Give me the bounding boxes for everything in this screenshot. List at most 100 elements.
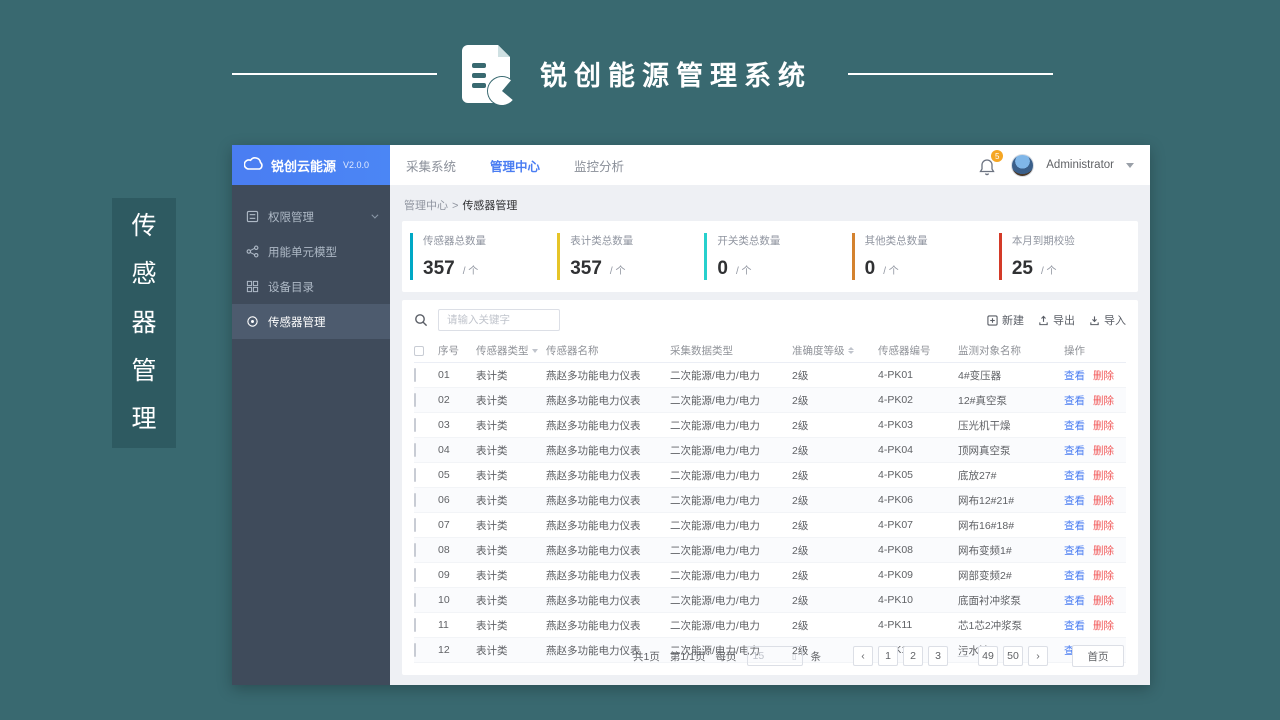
row-checkbox[interactable] [414,493,416,507]
breadcrumb-parent[interactable]: 管理中心 [404,200,448,212]
cell-sensor-name: 燕赵多功能电力仪表 [546,394,641,407]
delete-link[interactable]: 删除 [1093,568,1114,583]
row-checkbox[interactable] [414,368,416,382]
select-all-checkbox[interactable] [414,345,424,356]
row-checkbox[interactable] [414,618,416,632]
table-row[interactable]: 08 表计类 燕赵多功能电力仪表 二次能源/电力/电力 2级 4-PK08 网布… [414,538,1126,563]
cell-data-type: 二次能源/电力/电力 [670,419,760,432]
content-area: 管理中心 > 传感器管理 传感器总数量 357 / 个 表计类总数量 357 / 个 开… [390,185,1150,685]
table-row[interactable]: 01 表计类 燕赵多功能电力仪表 二次能源/电力/电力 2级 4-PK01 4#… [414,363,1126,388]
delete-link[interactable]: 删除 [1093,493,1114,508]
view-link[interactable]: 查看 [1064,418,1085,433]
tab-collection-system[interactable]: 采集系统 [406,156,456,175]
delete-link[interactable]: 删除 [1093,543,1114,558]
view-link[interactable]: 查看 [1064,618,1085,633]
view-link[interactable]: 查看 [1064,493,1085,508]
chevron-down-icon [371,211,379,219]
stat-unit: / 个 [1040,266,1057,277]
cell-sensor-name: 燕赵多功能电力仪表 [546,519,641,532]
delete-link[interactable]: 删除 [1093,468,1114,483]
column-header-accuracy[interactable]: 准确度等级 [792,343,878,358]
sidebar-item-sensor-management[interactable]: 传感器管理 [232,304,390,339]
table-row[interactable]: 03 表计类 燕赵多功能电力仪表 二次能源/电力/电力 2级 4-PK03 压光… [414,413,1126,438]
table-row[interactable]: 06 表计类 燕赵多功能电力仪表 二次能源/电力/电力 2级 4-PK06 网布… [414,488,1126,513]
tab-monitoring-analysis[interactable]: 监控分析 [574,156,624,175]
table-row[interactable]: 11 表计类 燕赵多功能电力仪表 二次能源/电力/电力 2级 4-PK11 芯1… [414,613,1126,638]
view-link[interactable]: 查看 [1064,368,1085,383]
sidebar-item-device-catalog[interactable]: 设备目录 [232,269,390,304]
side-label-char: 传 [131,212,157,240]
row-checkbox[interactable] [414,468,416,482]
page-number-button[interactable]: 49 [978,646,998,666]
table-row[interactable]: 09 表计类 燕赵多功能电力仪表 二次能源/电力/电力 2级 4-PK09 网部… [414,563,1126,588]
stat-unit: / 个 [462,266,479,277]
notification-bell-icon[interactable]: 5 [979,150,1004,176]
view-link[interactable]: 查看 [1064,518,1085,533]
delete-link[interactable]: 删除 [1093,443,1114,458]
delete-link[interactable]: 删除 [1093,518,1114,533]
cell-no: 03 [438,419,450,431]
row-checkbox[interactable] [414,443,416,457]
next-page-button[interactable]: › [1028,646,1048,666]
row-checkbox[interactable] [414,393,416,407]
stat-label: 表计类总数量 [570,235,634,247]
view-link[interactable]: 查看 [1064,443,1085,458]
column-header-sensor-type[interactable]: 传感器类型 [476,343,546,358]
row-checkbox[interactable] [414,518,416,532]
stat-unit: / 个 [883,266,899,277]
page-number-button[interactable]: — [953,646,973,666]
sidebar-item-energy-unit-model[interactable]: 用能单元模型 [232,234,390,269]
table-toolbar: 新建 导出 导入 [414,309,1126,331]
sort-icon[interactable] [847,347,854,354]
cell-target-name: 网布16#18# [958,519,1015,532]
view-link[interactable]: 查看 [1064,568,1085,583]
page-number-button[interactable]: 2 [903,646,923,666]
per-page-label: 每页 [715,650,737,663]
notification-badge: 5 [991,150,1004,162]
sidebar-item-permission-management[interactable]: 权限管理 [232,199,390,234]
view-link[interactable]: 查看 [1064,543,1085,558]
delete-link[interactable]: 删除 [1093,618,1114,633]
user-menu-caret-icon[interactable] [1126,162,1134,168]
cell-accuracy: 2级 [792,594,809,607]
page-number-button[interactable]: 3 [928,646,948,666]
view-link[interactable]: 查看 [1064,593,1085,608]
page-number-button[interactable]: 1 [878,646,898,666]
import-button[interactable]: 导入 [1089,312,1126,328]
row-checkbox[interactable] [414,568,416,582]
cell-no: 08 [438,544,450,556]
cell-sensor-type: 表计类 [476,619,508,632]
table-row[interactable]: 05 表计类 燕赵多功能电力仪表 二次能源/电力/电力 2级 4-PK05 底放… [414,463,1126,488]
view-link[interactable]: 查看 [1064,393,1085,408]
view-link[interactable]: 查看 [1064,468,1085,483]
cell-target-name: 底放27# [958,469,997,482]
cell-no: 02 [438,394,450,406]
cell-target-name: 芯1芯2冲浆泵 [958,619,1023,632]
tab-management-center[interactable]: 管理中心 [490,156,540,175]
row-checkbox[interactable] [414,418,416,432]
delete-link[interactable]: 删除 [1093,418,1114,433]
cell-sensor-code: 4-PK04 [878,444,914,456]
cell-data-type: 二次能源/电力/电力 [670,519,760,532]
table-row[interactable]: 07 表计类 燕赵多功能电力仪表 二次能源/电力/电力 2级 4-PK07 网布… [414,513,1126,538]
table-row[interactable]: 04 表计类 燕赵多功能电力仪表 二次能源/电力/电力 2级 4-PK04 顶网… [414,438,1126,463]
delete-link[interactable]: 删除 [1093,368,1114,383]
table-row[interactable]: 10 表计类 燕赵多功能电力仪表 二次能源/电力/电力 2级 4-PK10 底面… [414,588,1126,613]
first-page-button[interactable]: 首页 [1072,645,1124,667]
breadcrumb-separator: > [452,200,459,212]
search-input[interactable] [438,309,560,331]
prev-page-button[interactable]: ‹ [853,646,873,666]
delete-link[interactable]: 删除 [1093,393,1114,408]
per-page-select[interactable]: 15 ▯ [746,646,803,666]
table-row[interactable]: 02 表计类 燕赵多功能电力仪表 二次能源/电力/电力 2级 4-PK02 12… [414,388,1126,413]
delete-link[interactable]: 删除 [1093,593,1114,608]
page-number-button[interactable]: 50 [1003,646,1023,666]
export-button[interactable]: 导出 [1038,312,1075,328]
cell-target-name: 网布12#21# [958,494,1015,507]
filter-icon[interactable] [531,348,538,353]
row-checkbox[interactable] [414,543,416,557]
row-checkbox[interactable] [414,593,416,607]
stat-value: 0 [864,258,876,279]
create-button[interactable]: 新建 [987,312,1024,328]
avatar[interactable] [1011,153,1035,177]
